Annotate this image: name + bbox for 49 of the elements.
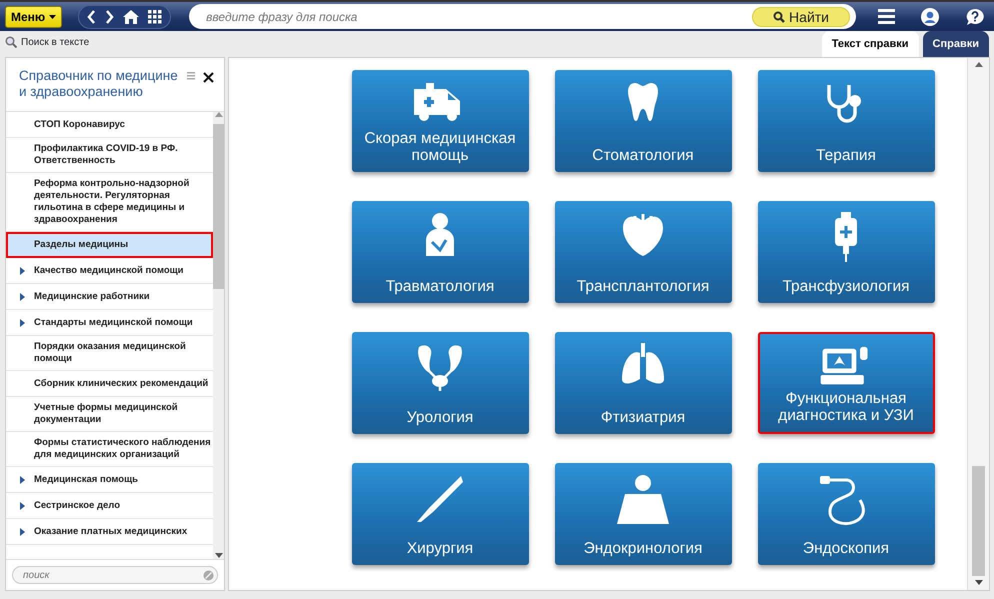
expand-icon[interactable] [20,528,25,536]
close-icon[interactable] [203,72,214,83]
magnifier-icon [5,36,17,48]
expand-icon[interactable] [20,318,25,326]
kidneys-icon [415,343,465,391]
menu-button[interactable]: Меню [5,6,62,28]
category-tile[interactable]: Терапия [758,70,934,172]
category-tile[interactable]: Хирургия [352,463,528,565]
category-tile[interactable]: Эндокринология [554,463,732,565]
category-tile[interactable]: Стоматология [554,70,732,172]
help-icon[interactable] [965,8,985,26]
heart-icon [621,212,665,258]
category-tile[interactable]: Трансплантология [554,201,732,303]
expand-icon[interactable] [20,266,25,274]
category-tile[interactable]: Урология [352,332,528,434]
sidebar-title: Справочник по медицине и здравоохранению [18,67,179,101]
torso-icon [615,474,671,524]
text-search-link[interactable]: Поиск в тексте [5,34,90,50]
home-icon[interactable] [123,10,140,24]
person-icon [424,212,456,256]
grid-icon[interactable] [148,10,162,24]
forward-icon[interactable] [105,10,114,24]
caret-icon [49,14,56,18]
expand-icon[interactable] [20,292,25,300]
category-tile[interactable]: Фтизиатрия [554,332,732,434]
scrollbar-thumb[interactable] [213,124,224,289]
category-tile[interactable]: Функциональная диагностика и УЗИ [758,332,934,434]
scrollbar-thumb[interactable] [972,466,985,576]
search-field[interactable]: введите фразу для поиска Найти [189,4,856,29]
scalpel-icon [415,474,465,524]
sidebar-search-field[interactable]: поиск [12,566,218,584]
tooth-icon [626,81,660,123]
expand-icon[interactable] [20,502,25,510]
scroll-up-icon[interactable] [974,62,982,68]
category-tile[interactable]: Эндоскопия [758,463,934,565]
tab[interactable]: Текст справки [822,30,919,57]
menu-icon[interactable] [878,9,895,24]
category-tile[interactable]: Травматология [352,201,528,303]
expand-icon[interactable] [20,476,25,484]
sidebar-item[interactable]: Разделы медицины [6,232,213,258]
scroll-down-icon[interactable] [214,553,222,559]
user-icon[interactable] [921,8,939,26]
category-tile[interactable]: Трансфузиология [758,201,934,303]
back-icon[interactable] [87,10,96,24]
find-button[interactable]: Найти [752,6,850,26]
category-tile[interactable]: Скорая медицинская помощь [352,70,528,172]
search-icon [773,10,786,22]
tab[interactable]: Справки [922,30,989,57]
scroll-down-icon[interactable] [974,580,982,586]
